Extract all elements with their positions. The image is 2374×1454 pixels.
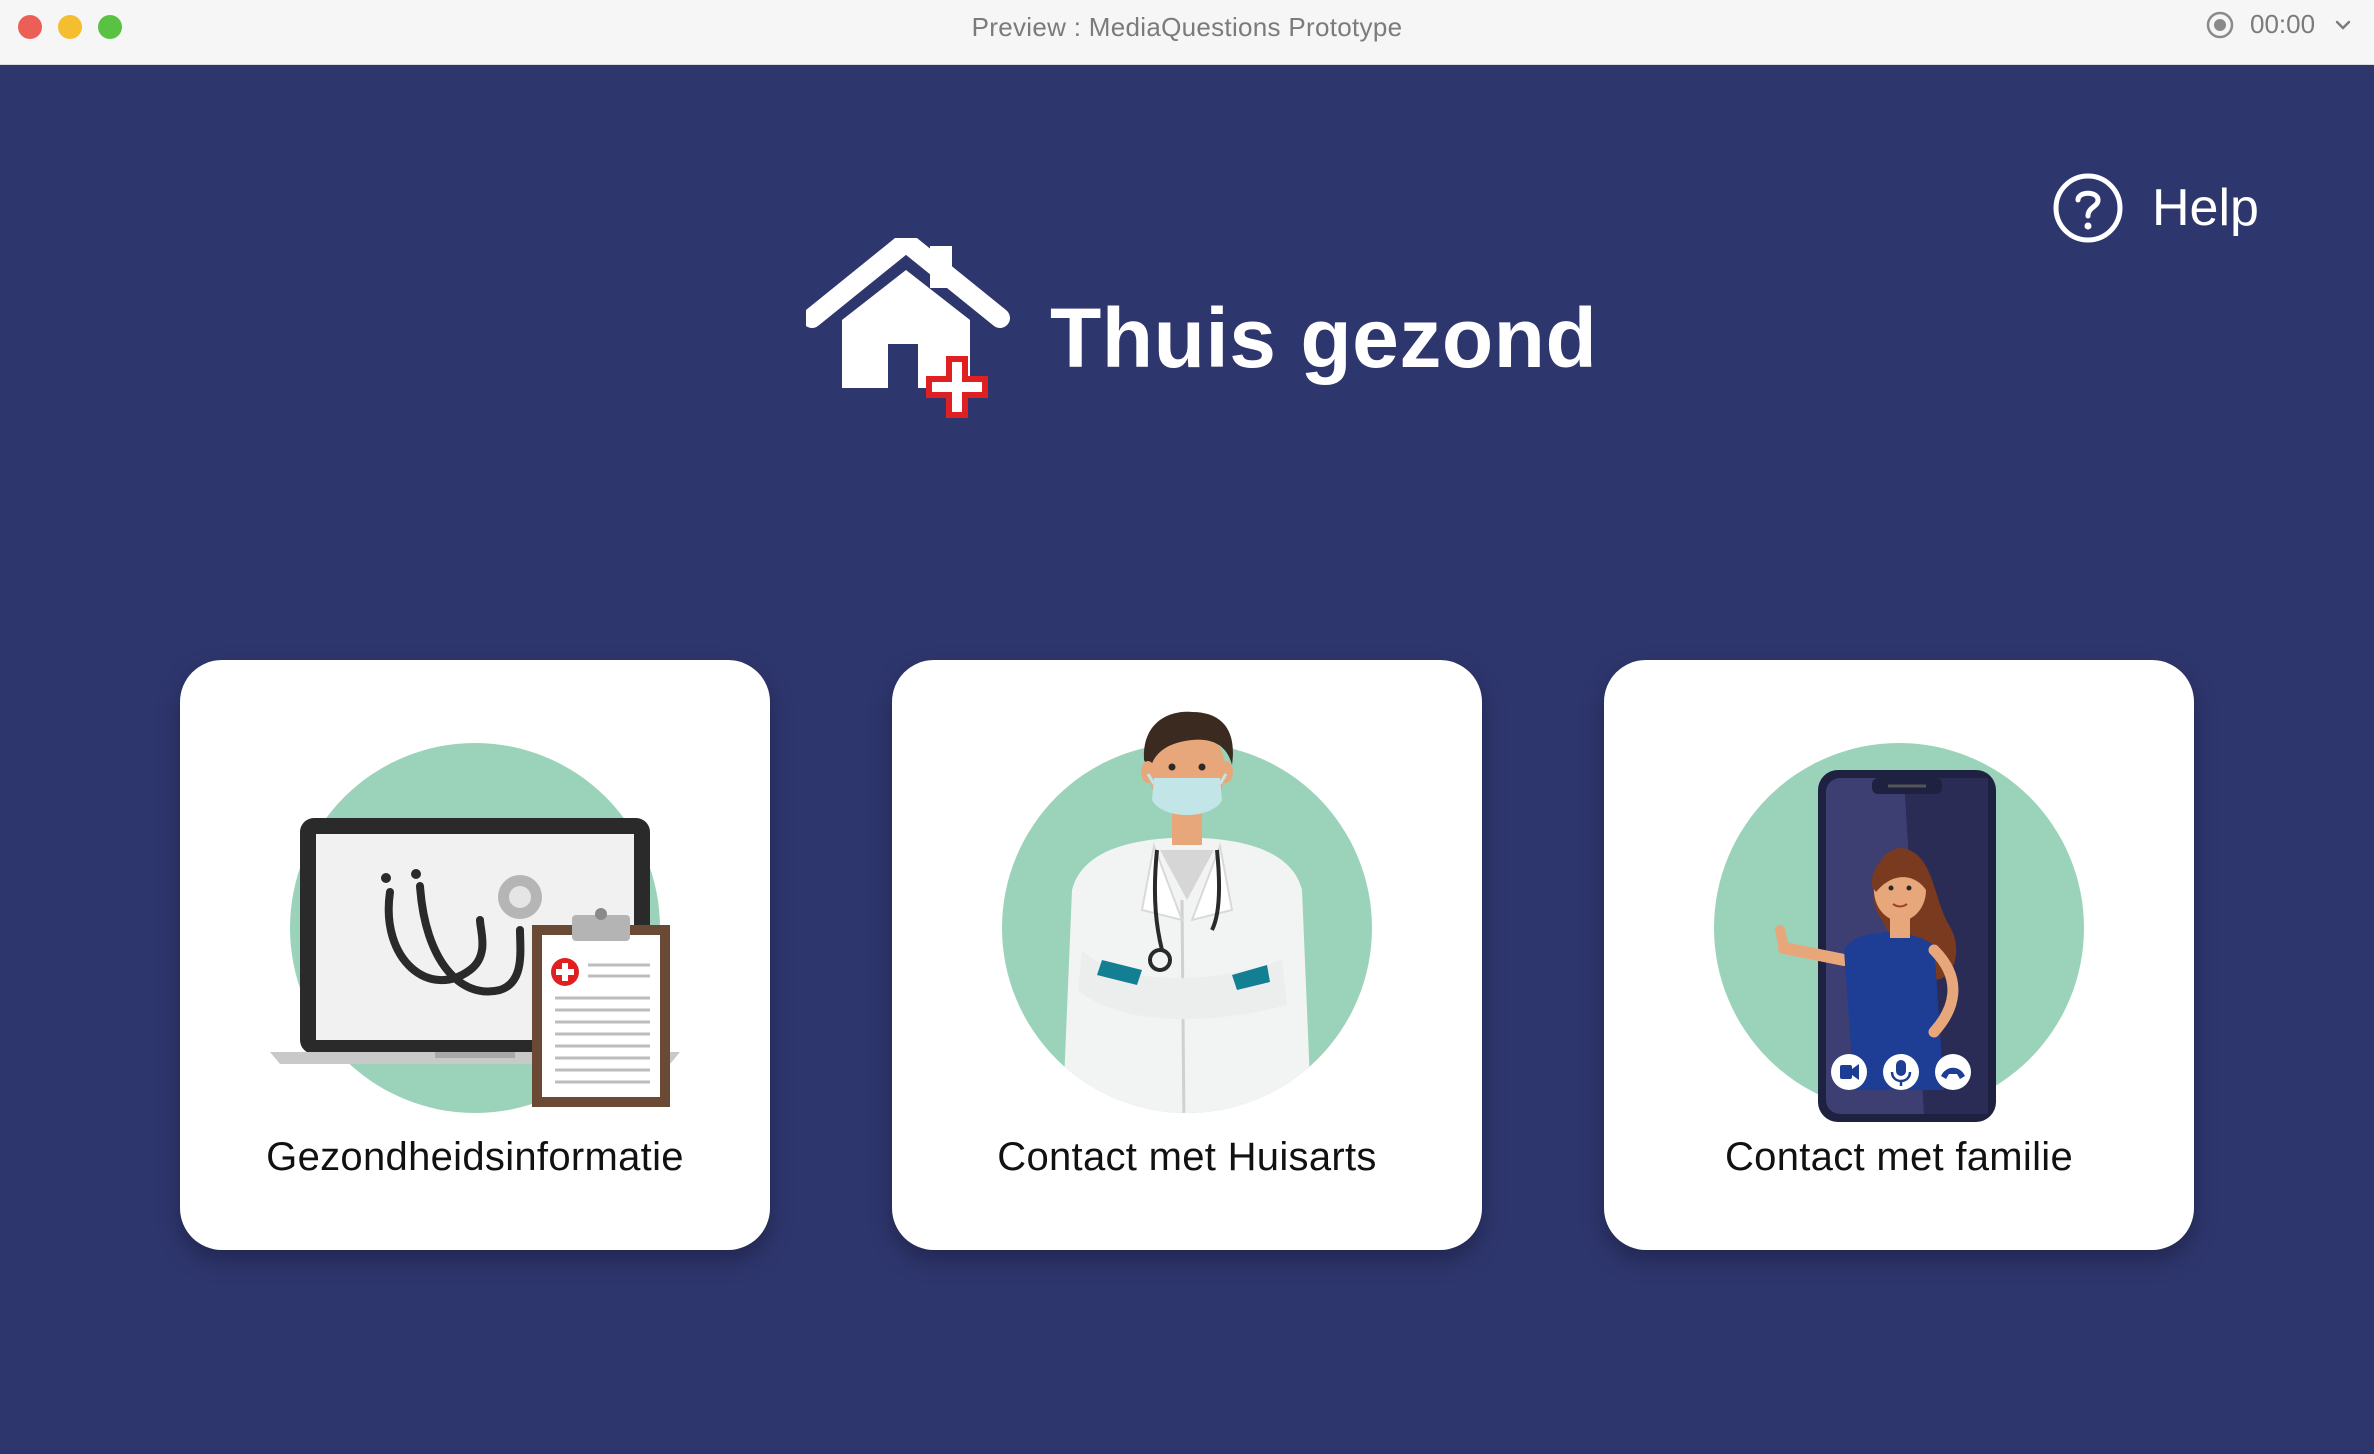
phone-video-call-illustration bbox=[1714, 743, 2084, 1122]
doctor-illustration bbox=[1002, 711, 1372, 1113]
record-icon[interactable] bbox=[2205, 10, 2235, 40]
timer-readout: 00:00 bbox=[2250, 9, 2316, 39]
window-title: Preview : MediaQuestions Prototype bbox=[971, 12, 1403, 42]
laptop-stethoscope-illustration bbox=[270, 743, 680, 1113]
card-health-information[interactable]: Gezondheidsinformatie bbox=[180, 660, 770, 1250]
card-contact-family[interactable]: Contact met familie bbox=[1604, 660, 2194, 1250]
card-label: Contact met familie bbox=[1724, 1135, 2074, 1179]
question-circle-icon bbox=[2053, 173, 2123, 243]
card-contact-doctor[interactable]: Contact met Huisarts bbox=[892, 660, 1482, 1250]
card-label: Gezondheidsinformatie bbox=[266, 1135, 684, 1179]
card-label: Contact met Huisarts bbox=[997, 1135, 1377, 1179]
window-titlebar: Preview : MediaQuestions Prototype 00:00 bbox=[0, 0, 2374, 65]
brand-title: Thuis gezond bbox=[1050, 291, 1598, 385]
house-medical-logo-icon bbox=[806, 238, 1010, 418]
help-label: Help bbox=[2152, 179, 2259, 237]
chevron-down-icon[interactable] bbox=[2334, 16, 2352, 34]
help-button[interactable]: Help bbox=[2052, 170, 2259, 246]
